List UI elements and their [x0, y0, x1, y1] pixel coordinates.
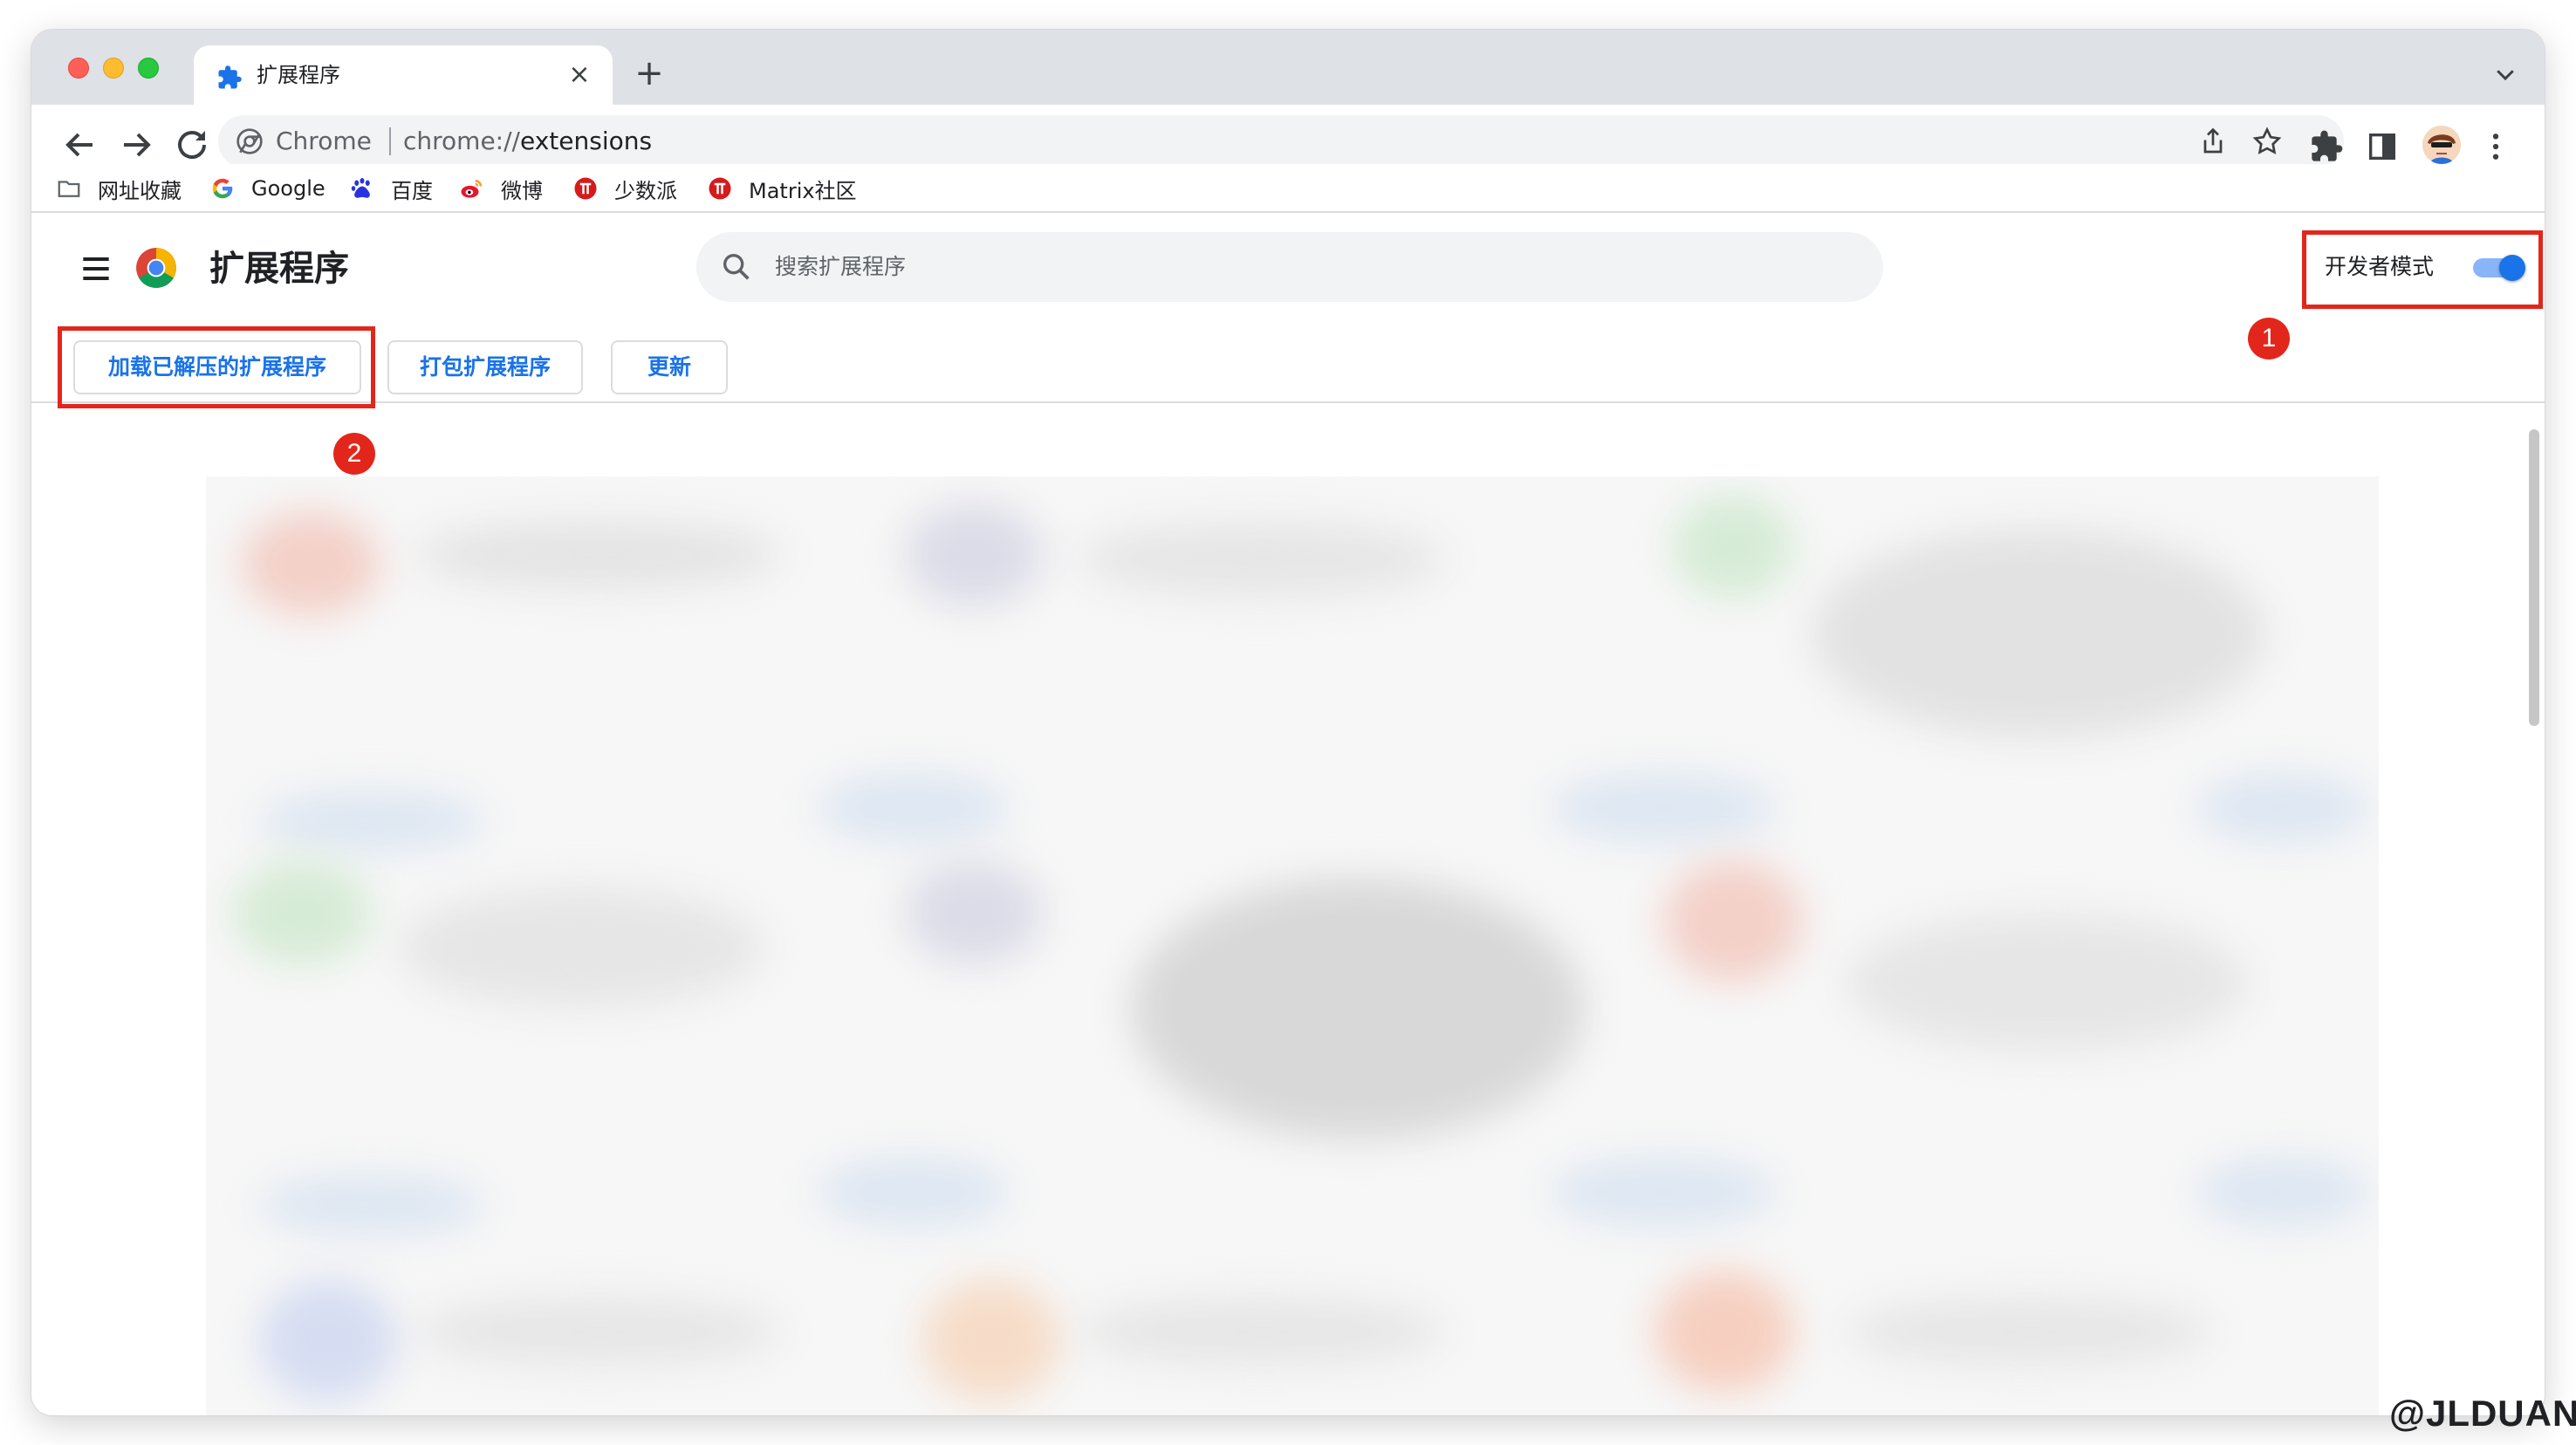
blurred-card-text [1846, 1297, 2213, 1366]
blurred-card-icon [258, 1279, 398, 1401]
blurred-card-action [1550, 773, 1777, 843]
avatar-icon [2422, 126, 2461, 164]
blurred-card-text [415, 1297, 782, 1366]
bookmark-label: 微博 [501, 178, 543, 203]
bookmark-weibo[interactable]: 微博 [459, 171, 543, 206]
hamburger-menu-icon[interactable] [77, 250, 115, 288]
blurred-card-icon [1663, 860, 1803, 983]
bookmark-label: Matrix社区 [749, 178, 857, 203]
bookmark-star-icon[interactable] [2251, 126, 2283, 157]
profile-avatar[interactable] [2422, 126, 2461, 164]
bookmark-sspai[interactable]: 少数派 [572, 171, 677, 206]
bookmark-label: 网址收藏 [98, 178, 182, 203]
blurred-card-action [2196, 1157, 2370, 1227]
bookmark-label: Google [251, 176, 325, 201]
window-close-button[interactable] [68, 58, 89, 79]
page-title: 扩展程序 [209, 249, 349, 289]
share-icon[interactable] [2197, 126, 2229, 157]
blurred-card-icon [1672, 494, 1794, 599]
bookmark-label: 百度 [391, 178, 433, 203]
annotation-badge-1: 1 [2248, 318, 2290, 360]
extensions-header: 扩展程序 搜索扩展程序 开发者模式 加载已解压的扩展程序 打包扩展程序 更新 [31, 215, 2545, 403]
blurred-card-icon [921, 1279, 1061, 1401]
browser-window: 扩展程序 × + Chrome chrome://extensions 网址收藏… [31, 30, 2545, 1415]
tab-extensions[interactable]: 扩展程序 × [194, 45, 613, 105]
url-text[interactable]: chrome://extensions [403, 126, 652, 157]
blurred-card-text [1131, 878, 1585, 1140]
new-tab-button[interactable]: + [630, 54, 668, 92]
chrome-site-icon [236, 128, 263, 154]
pack-extension-button[interactable]: 打包扩展程序 [387, 340, 583, 394]
side-panel-icon[interactable] [2365, 129, 2400, 164]
extensions-page: 扩展程序 搜索扩展程序 开发者模式 加载已解压的扩展程序 打包扩展程序 更新 1… [31, 215, 2545, 1415]
puzzle-icon [218, 65, 242, 89]
more-vertical-icon[interactable] [2478, 129, 2513, 164]
tab-strip: 扩展程序 × + [31, 30, 2545, 105]
bookmark-folder[interactable]: 网址收藏 [56, 171, 182, 206]
sspai-icon [709, 177, 731, 200]
blurred-card-text [398, 887, 764, 1009]
blurred-card-text [415, 520, 782, 590]
page-scrollbar[interactable] [2520, 424, 2545, 1415]
search-extensions-field[interactable]: 搜索扩展程序 [696, 232, 1883, 302]
blurred-card-text [1812, 529, 2265, 738]
tab-title: 扩展程序 [257, 63, 340, 87]
scrollbar-thumb[interactable] [2529, 429, 2539, 726]
blurred-card-icon [232, 860, 372, 965]
blurred-card-action [258, 791, 485, 852]
bookmark-matrix[interactable]: Matrix社区 [707, 171, 857, 206]
forward-arrow-icon[interactable] [115, 124, 157, 166]
developer-mode-highlight [2302, 230, 2543, 309]
extensions-puzzle-icon[interactable] [2309, 129, 2344, 164]
google-icon [212, 178, 233, 199]
window-maximize-button[interactable] [138, 58, 159, 79]
blurred-card-icon [904, 860, 1044, 965]
blurred-extension-list [206, 476, 2379, 1415]
blurred-card-text [1079, 520, 1445, 599]
blurred-card-icon [1655, 1270, 1794, 1393]
bookmark-google[interactable]: Google [209, 171, 325, 206]
blurred-card-action [1550, 1157, 1777, 1227]
reload-icon[interactable] [171, 124, 213, 166]
blurred-card-icon [904, 503, 1044, 607]
bookmark-label: 少数派 [614, 178, 677, 203]
url-scheme: chrome:// [403, 127, 520, 155]
blurred-card-action [817, 1157, 1009, 1227]
search-placeholder: 搜索扩展程序 [775, 254, 907, 279]
blurred-card-action [258, 1174, 485, 1236]
chrome-logo-icon [136, 248, 176, 288]
sspai-icon [574, 177, 597, 200]
bookmark-baidu[interactable]: 百度 [349, 171, 433, 206]
blurred-card-text [1079, 1297, 1445, 1366]
watermark-text: @JLDUAN [2389, 1393, 2576, 1434]
omnibox-divider [389, 127, 391, 155]
baidu-icon [351, 178, 370, 198]
address-bar[interactable]: Chrome chrome://extensions [218, 115, 2344, 168]
screenshot-stage: 扩展程序 × + Chrome chrome://extensions 网址收藏… [0, 0, 2576, 1445]
blurred-card-text [1846, 913, 2248, 1052]
folder-icon [58, 181, 80, 197]
bookmarks-bar: 网址收藏 Google 百度 微博 少数派 Matrix社区 [31, 164, 2545, 213]
blurred-card-icon [241, 511, 380, 616]
url-host: extensions [519, 127, 653, 155]
window-minimize-button[interactable] [103, 58, 124, 79]
load-unpacked-highlight [58, 326, 375, 408]
annotation-badge-2: 2 [333, 433, 375, 475]
update-button[interactable]: 更新 [611, 340, 728, 394]
weibo-icon [461, 180, 483, 198]
site-label: Chrome [276, 127, 372, 155]
close-tab-icon[interactable]: × [564, 59, 595, 91]
blurred-card-action [817, 773, 1009, 843]
back-arrow-icon[interactable] [59, 124, 101, 166]
chevron-down-icon[interactable] [2492, 61, 2518, 87]
search-icon [723, 254, 750, 280]
blurred-card-action [2196, 773, 2370, 843]
